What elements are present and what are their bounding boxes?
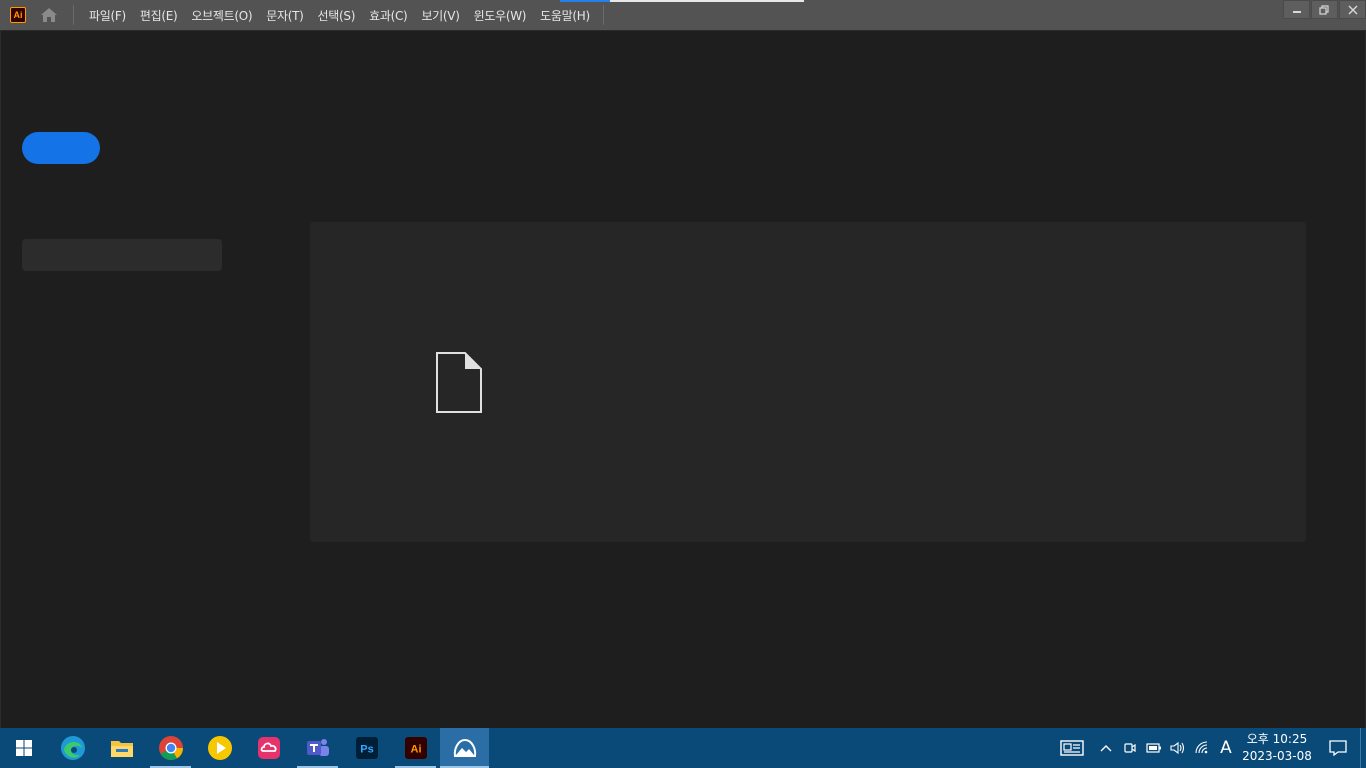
creative-cloud-icon <box>257 737 280 759</box>
start-button[interactable] <box>0 728 48 768</box>
menu-object[interactable]: 오브젝트(O) <box>184 7 259 24</box>
create-new-button[interactable] <box>22 132 100 164</box>
menu-effect[interactable]: 효과(C) <box>362 7 414 24</box>
media-player-icon <box>207 736 232 760</box>
taskbar-file-explorer[interactable] <box>97 728 146 768</box>
clock-time: 오후 10:25 <box>1246 732 1308 746</box>
input-method-indicator[interactable]: A <box>1214 728 1238 768</box>
document-icon <box>436 352 482 413</box>
taskbar-edge[interactable] <box>48 728 97 768</box>
chrome-icon <box>158 736 183 761</box>
taskbar-photos[interactable] <box>440 728 489 768</box>
minimize-button[interactable] <box>1283 0 1310 19</box>
show-desktop-button[interactable] <box>1360 728 1366 768</box>
loading-progress-bar <box>560 0 804 2</box>
home-screen <box>0 31 1366 728</box>
close-button[interactable] <box>1339 0 1366 19</box>
menubar: Ai 파일(F) 편집(E) 오브젝트(O) 문자(T) 선택(S) 효과(C)… <box>0 0 1366 31</box>
restore-icon <box>1319 4 1329 15</box>
illustrator-icon: Ai <box>404 737 427 759</box>
illustrator-logo-icon: Ai <box>10 7 26 23</box>
notification-icon <box>1329 740 1347 756</box>
taskbar-media-player[interactable] <box>195 728 244 768</box>
menubar-divider <box>602 5 604 25</box>
menu-view[interactable]: 보기(V) <box>414 7 466 24</box>
svg-text:Ai: Ai <box>410 744 421 756</box>
wifi-icon <box>1195 741 1208 754</box>
file-explorer-icon <box>110 741 133 757</box>
taskbar-illustrator[interactable]: Ai <box>391 728 440 768</box>
taskbar-teams[interactable] <box>293 728 342 768</box>
taskbar-chrome[interactable] <box>146 728 195 768</box>
restore-button[interactable] <box>1311 0 1338 19</box>
photos-icon <box>453 738 476 757</box>
clock-date: 2023-03-08 <box>1242 749 1312 763</box>
tray-battery[interactable] <box>1142 728 1166 768</box>
camera-icon <box>1124 743 1136 753</box>
taskbar-creative-cloud[interactable] <box>244 728 293 768</box>
taskbar-photoshop[interactable]: Ps <box>342 728 391 768</box>
recent-files-panel <box>310 222 1306 542</box>
minimize-icon <box>1292 10 1301 13</box>
menu-file[interactable]: 파일(F) <box>82 7 133 24</box>
close-icon <box>1348 5 1357 14</box>
show-hidden-icons-button[interactable] <box>1094 728 1118 768</box>
sidebar-placeholder <box>22 239 222 271</box>
menu-type[interactable]: 문자(T) <box>259 7 310 24</box>
menu-select[interactable]: 선택(S) <box>311 7 363 24</box>
notification-center-button[interactable] <box>1316 728 1360 768</box>
taskbar: Ps Ai A 오후 10:25 2023-03-08 <box>0 728 1366 768</box>
windows-icon <box>16 740 32 756</box>
teams-icon <box>306 739 329 756</box>
tray-network[interactable] <box>1190 728 1214 768</box>
home-icon <box>41 8 57 22</box>
news-widget-button[interactable] <box>1050 728 1094 768</box>
chevron-up-icon <box>1100 745 1112 752</box>
menu-edit[interactable]: 편집(E) <box>133 7 185 24</box>
clock[interactable]: 오후 10:25 2023-03-08 <box>1238 731 1316 765</box>
menubar-divider <box>73 5 74 25</box>
volume-icon <box>1170 741 1185 755</box>
battery-icon <box>1146 743 1161 753</box>
news-icon <box>1060 740 1084 756</box>
svg-text:Ps: Ps <box>360 744 373 756</box>
home-button[interactable] <box>39 5 59 25</box>
tray-volume[interactable] <box>1166 728 1190 768</box>
tray-camera[interactable] <box>1118 728 1142 768</box>
menu-window[interactable]: 윈도우(W) <box>467 7 534 24</box>
window-controls <box>1282 0 1366 19</box>
edge-icon <box>60 736 85 760</box>
photoshop-icon: Ps <box>355 737 378 759</box>
menu-help[interactable]: 도움말(H) <box>533 7 597 24</box>
system-tray: A 오후 10:25 2023-03-08 <box>1050 728 1366 768</box>
